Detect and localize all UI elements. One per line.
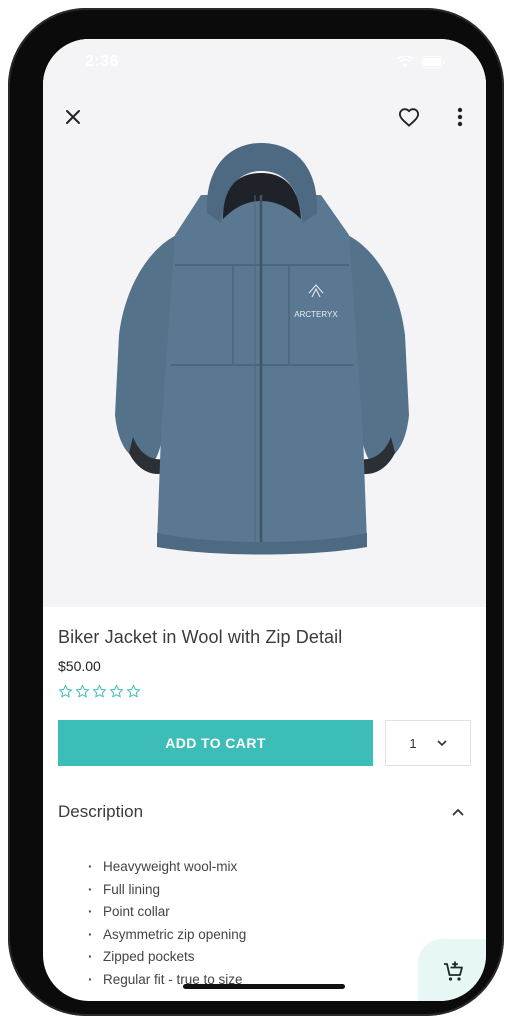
status-time: 2:36 (85, 53, 120, 70)
description-item: Point collar (88, 901, 471, 924)
jacket-image: ARCTERYX (115, 143, 409, 555)
brand-logo: ARCTERYX (294, 310, 338, 319)
cart-row: ADD TO CART 1 (58, 720, 471, 766)
product-price: $50.00 (58, 658, 101, 674)
description-item: Full lining (88, 879, 471, 902)
rating-stars[interactable] (58, 684, 471, 700)
product-image-area: 2:36 ARCTERYX (43, 39, 486, 607)
star-outline-icon[interactable] (75, 684, 90, 699)
screen: 2:36 ARCTERYX Biker Jacket in Wool with … (43, 39, 486, 1001)
product-details: Biker Jacket in Wool with Zip Detail $50… (58, 607, 471, 992)
chevron-up-icon (452, 808, 464, 816)
home-indicator (183, 984, 345, 989)
cart-add-icon (444, 961, 463, 981)
description-title: Description (58, 802, 144, 821)
quantity-select[interactable]: 1 (385, 720, 471, 766)
phone-frame: 2:36 ARCTERYX Biker Jacket in Wool with … (8, 8, 504, 1016)
wifi-icon (397, 56, 413, 68)
star-outline-icon[interactable] (92, 684, 107, 699)
heart-outline-icon (398, 108, 420, 127)
battery-icon (421, 56, 446, 68)
star-outline-icon[interactable] (109, 684, 124, 699)
star-outline-icon[interactable] (126, 684, 141, 699)
favorite-button[interactable] (395, 103, 423, 131)
add-to-cart-button[interactable]: ADD TO CART (58, 720, 373, 766)
status-bar: 2:36 (43, 39, 486, 85)
more-options-button[interactable] (449, 103, 471, 131)
chevron-down-icon (437, 739, 447, 746)
star-outline-icon[interactable] (58, 684, 73, 699)
close-button[interactable] (59, 103, 87, 131)
description-header[interactable]: Description (58, 800, 471, 824)
cart-fab-button[interactable] (418, 939, 486, 1001)
status-icons (397, 56, 446, 68)
more-vertical-icon (457, 107, 463, 127)
description-item: Heavyweight wool-mix (88, 856, 471, 879)
description-item: Asymmetric zip opening (88, 924, 471, 947)
description-list: Heavyweight wool-mixFull liningPoint col… (58, 856, 471, 992)
close-icon (66, 110, 80, 124)
product-title: Biker Jacket in Wool with Zip Detail (58, 627, 343, 647)
quantity-value: 1 (409, 735, 417, 751)
description-item: Zipped pockets (88, 946, 471, 969)
